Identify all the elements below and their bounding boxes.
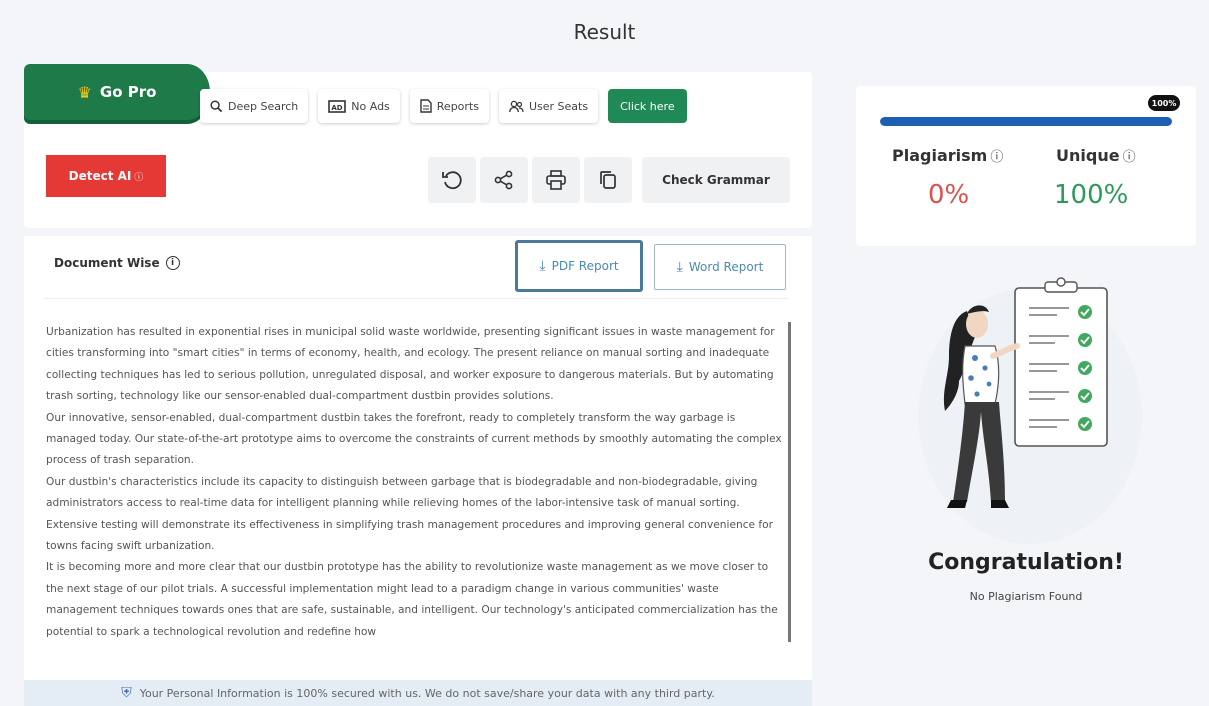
refresh-icon: [442, 171, 462, 190]
download-icon: ⤓: [539, 258, 546, 274]
document-text[interactable]: Urbanization has resulted in exponential…: [46, 322, 784, 670]
privacy-note: ⛨ Your Personal Information is 100% secu…: [24, 680, 812, 706]
shield-icon: ⛨: [121, 685, 132, 701]
document-paragraph: Our innovative, sensor-enabled, dual-com…: [46, 411, 782, 467]
page-title: Result: [573, 20, 636, 44]
copy-button[interactable]: [584, 157, 632, 203]
document-paragraph: Our dustbin's characteristics include it…: [46, 475, 773, 553]
no-ads-button[interactable]: AD No Ads: [318, 89, 400, 123]
congratulation-heading: Congratulation!: [928, 550, 1124, 575]
pdf-report-button[interactable]: ⤓ PDF Report: [515, 240, 643, 292]
user-seats-button[interactable]: User Seats: [498, 89, 599, 123]
print-button[interactable]: [532, 157, 580, 203]
crown-icon: ♛: [77, 82, 92, 102]
download-icon: ⤓: [676, 259, 683, 275]
unique-value: 100%: [1054, 180, 1129, 210]
word-report-button[interactable]: ⤓ Word Report: [654, 244, 786, 290]
info-icon[interactable]: ⓘ: [1123, 146, 1136, 165]
action-card: ♛ Go Pro Deep Search AD No Ads Reports U…: [24, 64, 812, 228]
progress-fill: [880, 117, 1172, 126]
reports-button[interactable]: Reports: [409, 89, 489, 123]
progress-bar: [880, 117, 1172, 126]
check-grammar-button[interactable]: Check Grammar: [642, 157, 790, 203]
info-icon[interactable]: i: [165, 256, 180, 270]
go-pro-button[interactable]: ♛ Go Pro: [24, 64, 210, 120]
copy-icon: [600, 171, 616, 189]
divider: [44, 298, 788, 299]
users-icon: [509, 100, 524, 112]
unique-label: Unique ⓘ: [1056, 146, 1136, 165]
document-paragraph: It is becoming more and more clear that …: [46, 561, 778, 638]
ad-block-icon: AD: [328, 99, 347, 113]
go-pro-label: Go Pro: [99, 83, 157, 101]
svg-text:AD: AD: [332, 104, 343, 112]
info-icon: ⓘ: [134, 172, 144, 183]
print-icon: [546, 170, 566, 190]
refresh-button[interactable]: [428, 157, 476, 203]
pro-features-row: Deep Search AD No Ads Reports User Seats…: [200, 89, 687, 123]
deep-search-button[interactable]: Deep Search: [200, 89, 309, 123]
search-icon: [210, 99, 223, 112]
document-paragraph: Urbanization has resulted in exponential…: [46, 326, 775, 403]
plagiarism-label: Plagiarism ⓘ: [892, 146, 1004, 165]
plagiarism-value: 0%: [928, 180, 970, 210]
checklist-illustration: [918, 277, 1142, 544]
document-icon: [420, 99, 432, 113]
info-icon[interactable]: ⓘ: [990, 146, 1003, 165]
detect-ai-button[interactable]: Detect AI ⓘ: [46, 155, 166, 197]
click-here-button[interactable]: Click here: [608, 89, 687, 123]
document-toolbar: Check Grammar: [428, 157, 790, 203]
progress-badge: 100%: [1148, 95, 1180, 111]
document-heading: Document Wise i: [54, 256, 180, 270]
no-plagiarism-text: No Plagiarism Found: [969, 590, 1083, 603]
share-icon: [494, 170, 513, 190]
document-scrollbar[interactable]: [788, 322, 791, 642]
share-button[interactable]: [480, 157, 528, 203]
document-panel: Document Wise i ⤓ PDF Report ⤓ Word Repo…: [24, 236, 812, 706]
result-card: 100% Plagiarism ⓘ 0% Unique ⓘ 100%: [856, 86, 1196, 246]
